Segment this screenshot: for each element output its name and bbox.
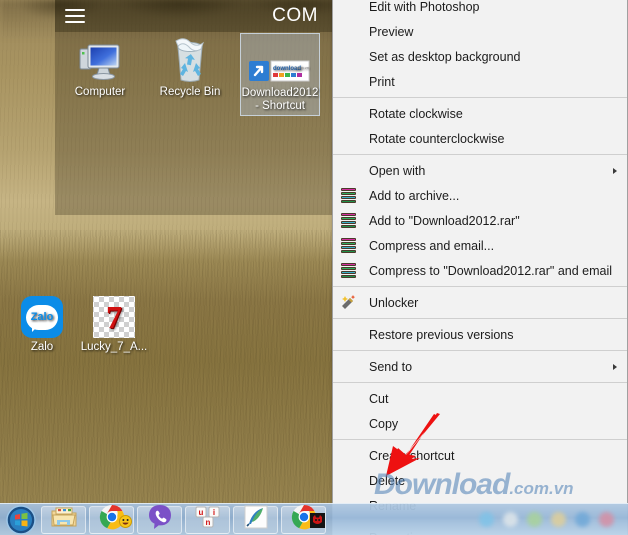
- monitor-icon: [58, 33, 142, 83]
- tray-icon-3[interactable]: [551, 512, 566, 527]
- seven-icon: 7: [72, 288, 156, 338]
- winrar-icon: [339, 187, 357, 205]
- winrar-icon: [339, 237, 357, 255]
- menu-item-rotate-clockwise[interactable]: Rotate clockwise: [333, 101, 627, 126]
- svg-text:.com.vn: .com.vn: [295, 65, 309, 70]
- tray-icon-1[interactable]: [503, 512, 518, 527]
- menu-item-label: Print: [369, 74, 395, 89]
- menu-item-copy[interactable]: Copy: [333, 411, 627, 436]
- menu-item-compress-to-download2012-rar-and-email[interactable]: Compress to "Download2012.rar" and email: [333, 258, 627, 283]
- tray-icon-0[interactable]: [479, 512, 494, 527]
- overlay-header: COM: [55, 0, 332, 32]
- menu-item-label: Cut: [369, 391, 389, 406]
- submenu-arrow-icon: [613, 167, 617, 174]
- menu-item-label: Open with: [369, 163, 426, 178]
- menu-item-label: Delete: [369, 473, 406, 488]
- context-menu[interactable]: Edit with Photoshop Preview Set as desktop…: [332, 0, 628, 535]
- taskbar: u i n: [0, 503, 628, 535]
- desktop-icon-computer[interactable]: Computer: [58, 33, 142, 99]
- menu-item-create-shortcut[interactable]: Create shortcut: [333, 443, 627, 468]
- menu-item-unlocker[interactable]: Unlocker: [333, 290, 627, 315]
- menu-item-label: Edit with Photoshop: [369, 0, 480, 14]
- red-devil-badge-icon: [310, 512, 325, 533]
- menu-separator: [333, 286, 627, 287]
- tray-icon-4[interactable]: [575, 512, 590, 527]
- menu-item-label: Compress and email...: [369, 238, 495, 253]
- menu-item-label: Send to: [369, 359, 413, 374]
- menu-item-label: Unlocker: [369, 295, 419, 310]
- taskbar-button-viber[interactable]: [137, 504, 182, 535]
- menu-item-compress-and-email[interactable]: Compress and email...: [333, 233, 627, 258]
- desktop-icon-label: Download2012 - Shortcut: [241, 87, 319, 112]
- system-tray[interactable]: [479, 512, 628, 527]
- menu-item-add-to-archive[interactable]: Add to archive...: [333, 183, 627, 208]
- menu-item-delete[interactable]: Delete: [333, 468, 627, 493]
- hamburger-icon[interactable]: [65, 9, 85, 23]
- menu-separator: [333, 97, 627, 98]
- menu-item-label: Preview: [369, 24, 414, 39]
- menu-item-rotate-counterclockwise[interactable]: Rotate counterclockwise: [333, 126, 627, 151]
- menu-item-label: Add to "Download2012.rar": [369, 213, 520, 228]
- menu-separator: [333, 154, 627, 155]
- menu-item-label: Compress to "Download2012.rar" and email: [369, 263, 613, 278]
- menu-item-label: Create shortcut: [369, 448, 455, 463]
- desktop-icon-recycle-bin[interactable]: Recycle Bin: [148, 33, 232, 99]
- emoji-badge-icon: [119, 514, 132, 533]
- folder-icon: [51, 506, 77, 533]
- tray-icon-5[interactable]: [599, 512, 614, 527]
- desktop-icon-lucky7[interactable]: 7 Lucky_7_A...: [72, 288, 156, 354]
- desktop-icon-label: Recycle Bin: [159, 86, 221, 98]
- desktop-icon-label: Computer: [74, 86, 126, 98]
- menu-item-print[interactable]: Print: [333, 69, 627, 94]
- winrar-icon: [339, 212, 357, 230]
- svg-text:i: i: [212, 508, 214, 517]
- menu-item-preview[interactable]: Preview: [333, 19, 627, 44]
- menu-item-add-to-download2012-rar[interactable]: Add to "Download2012.rar": [333, 208, 627, 233]
- menu-separator: [333, 350, 627, 351]
- menu-item-restore-previous-versions[interactable]: Restore previous versions: [333, 322, 627, 347]
- menu-separator: [333, 318, 627, 319]
- menu-item-edit-with-photoshop[interactable]: Edit with Photoshop: [333, 0, 627, 19]
- menu-item-label: Restore previous versions: [369, 327, 514, 342]
- menu-item-label: Add to archive...: [369, 188, 460, 203]
- menu-item-label: Set as desktop background: [369, 49, 521, 64]
- menu-item-label: Rotate clockwise: [369, 106, 463, 121]
- menu-item-cut[interactable]: Cut: [333, 386, 627, 411]
- submenu-arrow-icon: [613, 363, 617, 370]
- taskbar-button-unikey[interactable]: u i n: [185, 505, 230, 534]
- menu-item-send-to[interactable]: Send to: [333, 354, 627, 379]
- menu-separator: [333, 382, 627, 383]
- svg-text:u: u: [198, 508, 203, 517]
- trash-icon: [148, 33, 232, 83]
- winrar-icon: [339, 262, 357, 280]
- taskbar-button-notepad-plus[interactable]: [233, 505, 278, 534]
- overlay-title: COM: [272, 5, 318, 26]
- desktop-icon-label: Lucky_7_A...: [80, 341, 148, 353]
- menu-item-label: Copy: [369, 416, 399, 431]
- svg-text:n: n: [205, 518, 210, 527]
- feather-icon: [244, 505, 268, 534]
- menu-item-open-with[interactable]: Open with: [333, 158, 627, 183]
- taskbar-button-google-chrome[interactable]: [89, 505, 134, 534]
- taskbar-button-windows-explorer[interactable]: [41, 505, 86, 534]
- menu-item-label: Rotate counterclockwise: [369, 131, 505, 146]
- unikey-icon: u i n: [193, 505, 223, 534]
- shortcut-icon: download .com.vn: [241, 34, 319, 84]
- menu-item-set-as-desktop-background[interactable]: Set as desktop background: [333, 44, 627, 69]
- tray-icon-2[interactable]: [527, 512, 542, 527]
- desktop-icon-download2012-shortcut[interactable]: download .com.vn Download2012 - Shortcut: [240, 33, 320, 116]
- start-button[interactable]: [4, 504, 38, 535]
- menu-separator: [333, 439, 627, 440]
- taskbar-button-google-chrome-2[interactable]: [281, 505, 326, 534]
- viber-icon: [147, 504, 173, 535]
- desktop-screen: COM Computer Recycle Bin download .com.v…: [0, 0, 628, 535]
- magic-wand-icon: [339, 294, 357, 312]
